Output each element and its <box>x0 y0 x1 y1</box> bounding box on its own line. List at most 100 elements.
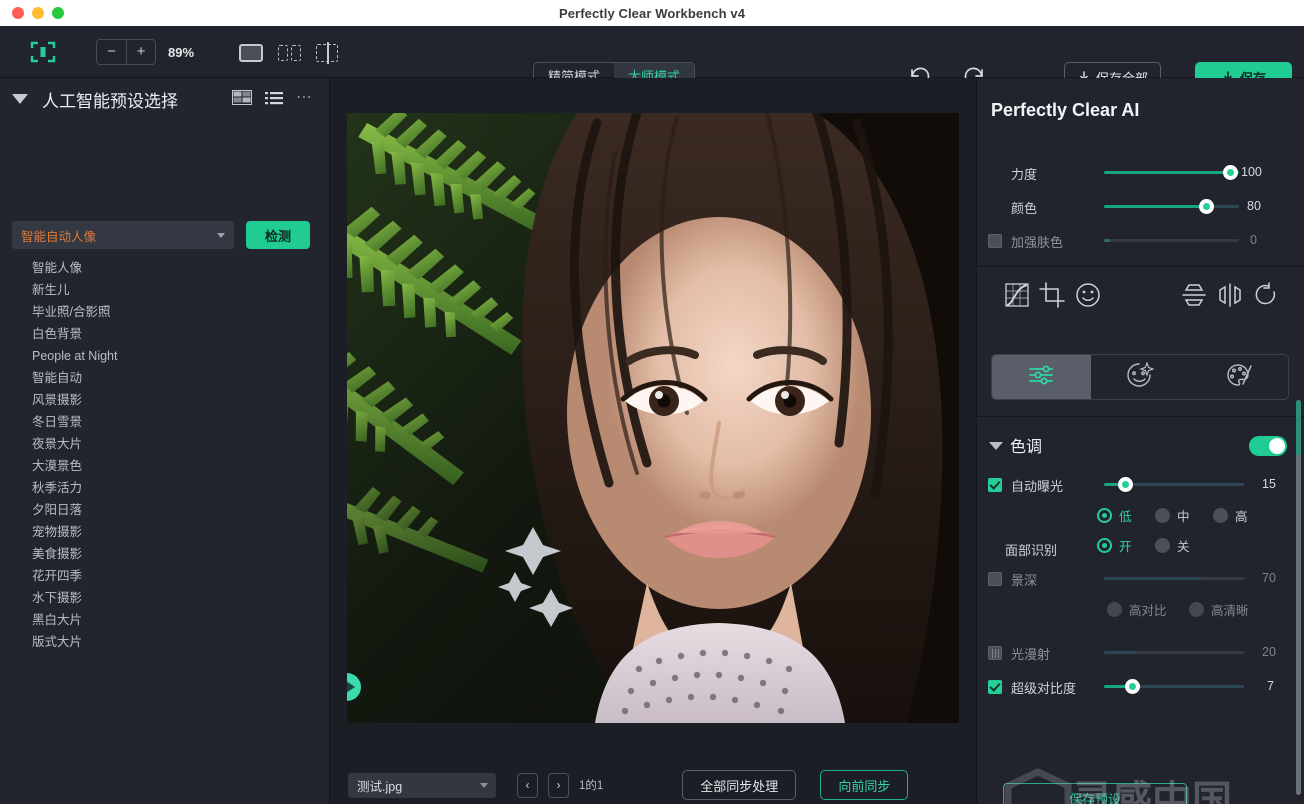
adjustments-tab[interactable] <box>992 355 1091 399</box>
previous-image-button[interactable]: ‹ <box>517 772 538 798</box>
zoom-out-button[interactable]: − <box>96 39 126 65</box>
face-icon[interactable] <box>1075 282 1101 308</box>
list-item[interactable]: People at Night <box>0 345 330 367</box>
color-slider-knob[interactable] <box>1199 199 1214 214</box>
list-item[interactable]: 版式大片 <box>0 631 330 653</box>
zoom-in-button[interactable]: + <box>126 39 156 65</box>
list-item[interactable]: 智能人像 <box>0 257 330 279</box>
radio-dot <box>1155 508 1170 523</box>
app-window: Perfectly Clear Workbench v4 − + 89% 精简模… <box>0 0 1304 804</box>
list-item[interactable]: 毕业照/合影照 <box>0 301 330 323</box>
list-item[interactable]: 新生儿 <box>0 279 330 301</box>
right-panel-title: Perfectly Clear AI <box>991 100 1140 120</box>
exposure-level-low[interactable]: 低 <box>1097 506 1132 525</box>
side-by-side-icon[interactable] <box>276 42 302 64</box>
retouch-tab[interactable] <box>1091 355 1190 399</box>
maximize-window-button[interactable] <box>52 7 64 19</box>
save-preset-button[interactable]: 保存预设 <box>1003 783 1187 804</box>
ai-preset-select[interactable]: 智能自动人像 <box>12 221 234 249</box>
tone-curve-icon[interactable] <box>1004 282 1030 308</box>
exposure-level-high[interactable]: 高 <box>1213 506 1248 525</box>
sync-all-button[interactable]: 全部同步处理 <box>682 770 797 800</box>
depth-mode-high-clarity[interactable]: 高清晰 <box>1189 600 1249 619</box>
list-item[interactable]: 水下摄影 <box>0 587 330 609</box>
tone-section-title: 色调 <box>1010 439 1043 456</box>
exposure-level-medium[interactable]: 中 <box>1155 506 1190 525</box>
face-detect-on[interactable]: 开 <box>1097 536 1132 555</box>
color-value: 80 <box>1247 199 1261 213</box>
perfectly-clear-logo-icon[interactable] <box>30 40 56 64</box>
rotate-icon[interactable] <box>1253 282 1279 308</box>
depth-slider-track[interactable] <box>1104 577 1244 580</box>
image-canvas[interactable] <box>330 78 976 804</box>
photo-preview[interactable] <box>347 113 959 723</box>
window-controls <box>12 0 64 26</box>
next-image-button[interactable]: › <box>548 772 569 798</box>
single-view-icon[interactable] <box>238 42 264 64</box>
list-item[interactable]: 秋季活力 <box>0 477 330 499</box>
light-diffusion-checkbox[interactable] <box>988 646 1002 660</box>
strength-slider-knob[interactable] <box>1223 165 1238 180</box>
flip-horizontal-icon[interactable] <box>1217 282 1243 308</box>
title-bar: Perfectly Clear Workbench v4 <box>0 0 1304 26</box>
chevron-down-icon[interactable] <box>989 442 1003 450</box>
auto-exposure-value: 15 <box>1262 477 1276 491</box>
crop-icon[interactable] <box>1039 282 1065 308</box>
auto-exposure-slider-knob[interactable] <box>1118 477 1133 492</box>
list-item[interactable]: 夕阳日落 <box>0 499 330 521</box>
face-detect-off-label: 关 <box>1177 540 1190 554</box>
ai-slider-group: 力度 100 颜色 80 加强肤色 0 <box>977 156 1304 258</box>
right-panel-scrollbar[interactable] <box>1296 400 1301 795</box>
strength-slider-track[interactable] <box>1104 171 1239 174</box>
list-item[interactable]: 白色背景 <box>0 323 330 345</box>
right-panel: Perfectly Clear AI 力度 100 颜色 80 加强肤色 0 色… <box>976 78 1304 804</box>
right-panel-divider <box>977 266 1304 267</box>
radio-dot <box>1189 602 1204 617</box>
tone-section-toggle[interactable] <box>1249 436 1287 456</box>
light-diffusion-slider-track[interactable] <box>1104 651 1244 654</box>
zoom-level-label: 89% <box>168 44 195 60</box>
left-panel: 人工智能预设选择 ⋯ 智能自动人像 检测 智能人像 新生儿 毕业照/合影照 白色背景 P… <box>0 78 330 804</box>
ai-preset-selected-value: 智能自动人像 <box>21 229 97 244</box>
detect-button[interactable]: 检测 <box>246 221 310 249</box>
face-detect-off[interactable]: 关 <box>1155 536 1190 555</box>
skin-boost-checkbox[interactable] <box>988 234 1002 248</box>
file-select[interactable]: 测试.jpg <box>348 772 496 798</box>
color-slider-track[interactable] <box>1104 205 1239 208</box>
list-item[interactable]: 冬日雪景 <box>0 411 330 433</box>
list-item[interactable]: 大漠景色 <box>0 455 330 477</box>
magic-wand-face-icon <box>1126 360 1155 393</box>
list-item[interactable]: 宠物摄影 <box>0 521 330 543</box>
palette-icon <box>1225 362 1253 393</box>
auto-exposure-checkbox[interactable] <box>988 478 1002 492</box>
list-item[interactable]: 黑白大片 <box>0 609 330 631</box>
list-item[interactable]: 智能自动 <box>0 367 330 389</box>
skin-boost-slider-track[interactable] <box>1104 239 1239 242</box>
list-item[interactable]: 美食摄影 <box>0 543 330 565</box>
skin-boost-label: 加强肤色 <box>1011 235 1064 250</box>
chevron-down-icon[interactable] <box>12 94 28 104</box>
super-contrast-label: 超级对比度 <box>1011 681 1077 696</box>
split-view-icon[interactable] <box>314 42 340 64</box>
color-tab[interactable] <box>1189 355 1288 399</box>
sync-forward-button[interactable]: 向前同步 <box>820 770 909 800</box>
minimize-window-button[interactable] <box>32 7 44 19</box>
list-view-icon[interactable] <box>265 91 283 105</box>
list-item[interactable]: 夜景大片 <box>0 433 330 455</box>
radio-dot <box>1097 508 1112 523</box>
tool-icon-row <box>977 274 1304 320</box>
list-item[interactable]: 风景摄影 <box>0 389 330 411</box>
more-options-icon[interactable]: ⋯ <box>296 89 313 105</box>
bottom-bar: 测试.jpg ‹ › 1的1 全部同步处理 向前同步 <box>330 766 976 804</box>
depth-mode-high-contrast[interactable]: 高对比 <box>1107 600 1167 619</box>
list-item[interactable]: 花开四季 <box>0 565 330 587</box>
super-contrast-slider-knob[interactable] <box>1125 679 1140 694</box>
scrollbar-thumb[interactable] <box>1296 400 1301 456</box>
flip-vertical-icon[interactable] <box>1181 282 1207 308</box>
grid-view-icon[interactable] <box>232 90 252 105</box>
super-contrast-checkbox[interactable] <box>988 680 1002 694</box>
chevron-down-icon <box>217 233 225 238</box>
depth-checkbox[interactable] <box>988 572 1002 586</box>
face-detect-on-label: 开 <box>1119 540 1132 554</box>
close-window-button[interactable] <box>12 7 24 19</box>
